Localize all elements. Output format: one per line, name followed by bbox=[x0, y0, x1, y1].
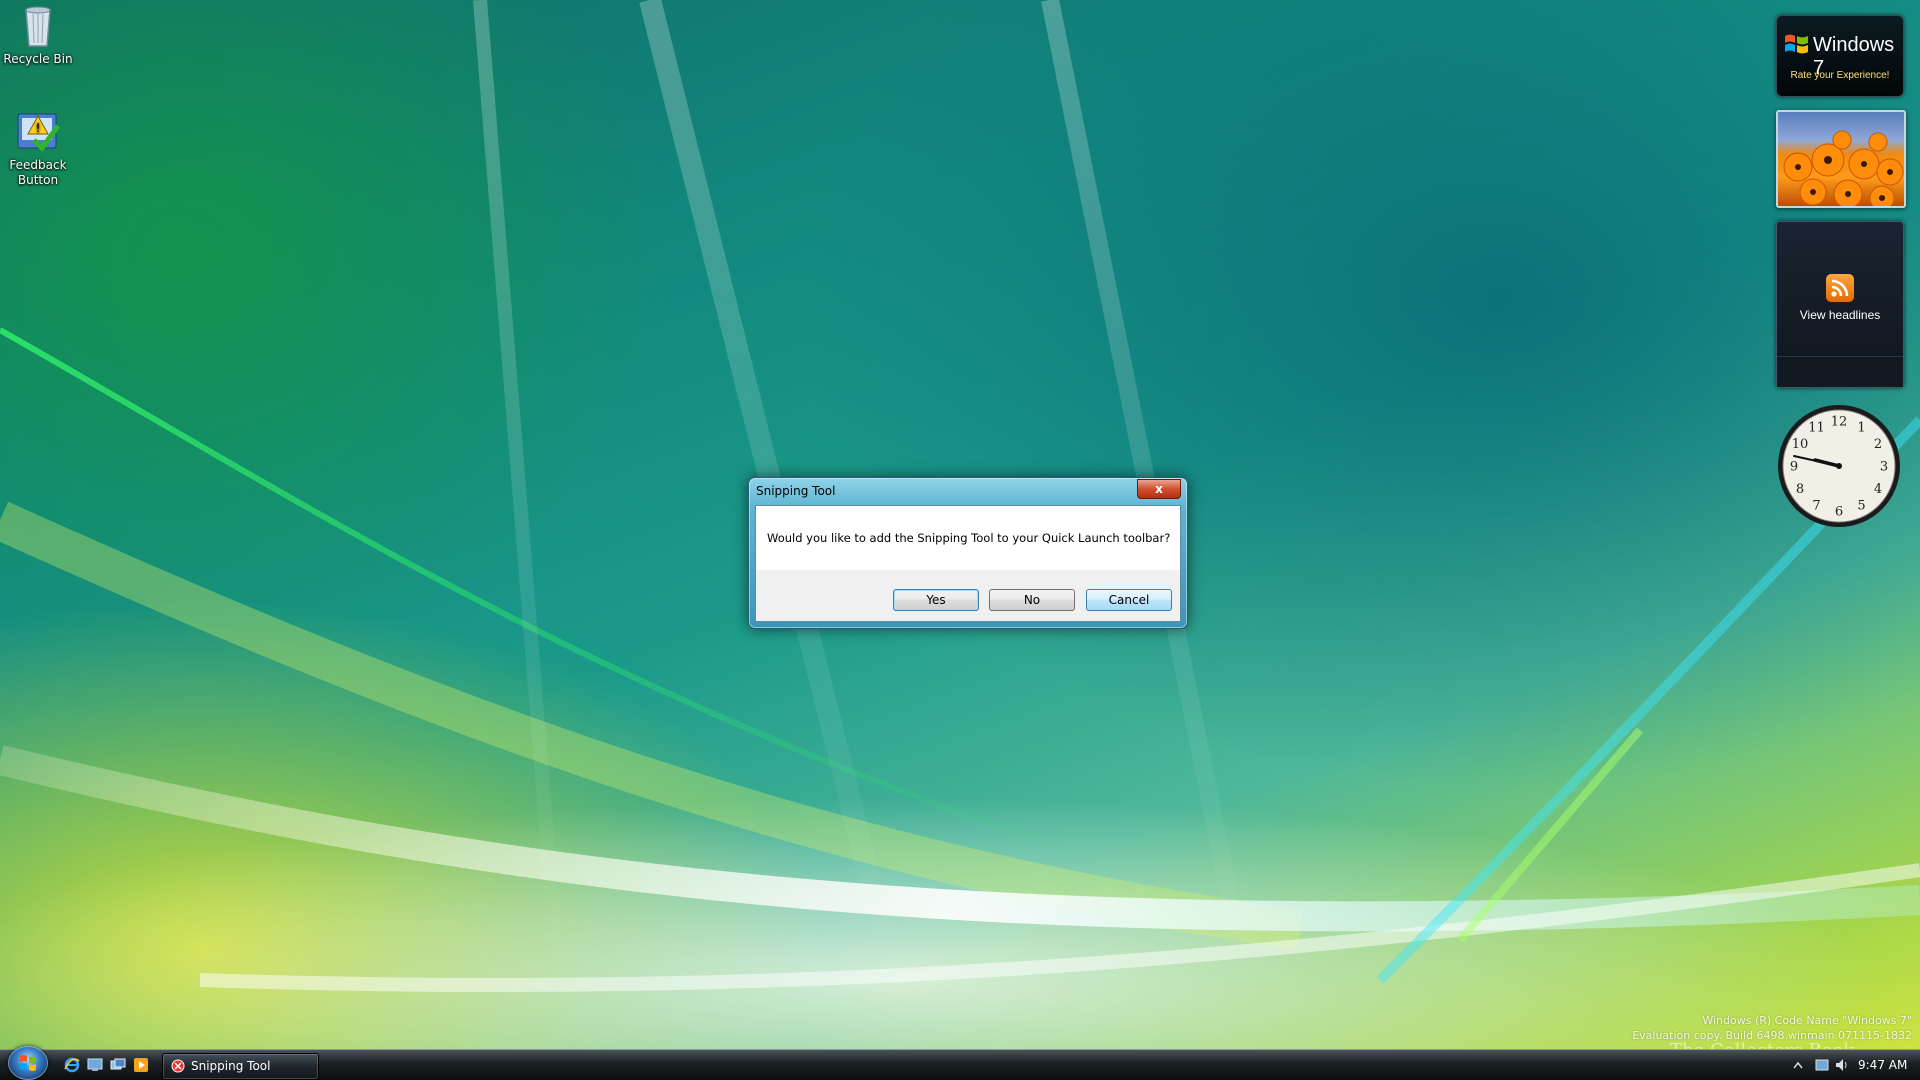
taskbar-clock[interactable]: 9:47 AM bbox=[1858, 1058, 1907, 1072]
start-button[interactable] bbox=[8, 1046, 48, 1080]
windows7-rating-gadget[interactable]: Windows 7 Rate your Experience! bbox=[1776, 15, 1904, 97]
switch-windows-icon[interactable] bbox=[110, 1057, 126, 1073]
clock-numeral: 11 bbox=[1808, 421, 1825, 436]
slideshow-gadget[interactable] bbox=[1776, 110, 1906, 208]
close-icon: x bbox=[1155, 482, 1163, 496]
snipping-tool-dialog[interactable]: Snipping Tool x Would you like to add th… bbox=[748, 477, 1188, 629]
feedback-button-label: Feedback Button bbox=[9, 158, 67, 187]
media-player-icon[interactable] bbox=[133, 1057, 149, 1073]
dialog-close-button[interactable]: x bbox=[1137, 479, 1181, 499]
dialog-title: Snipping Tool bbox=[756, 484, 836, 498]
clock-numeral: 12 bbox=[1831, 415, 1848, 430]
feed-gadget-footer bbox=[1777, 356, 1903, 387]
volume-icon bbox=[1836, 1059, 1843, 1071]
show-desktop-icon[interactable] bbox=[87, 1057, 103, 1073]
build-watermark: Windows (R) Code Name "Windows 7" Evalua… bbox=[1632, 1013, 1912, 1043]
clock-numeral: 7 bbox=[1812, 499, 1820, 514]
no-button[interactable]: No bbox=[989, 589, 1075, 611]
clock-numeral: 3 bbox=[1880, 460, 1888, 475]
clock-numeral: 1 bbox=[1857, 421, 1865, 436]
view-headlines-label[interactable]: View headlines bbox=[1777, 308, 1903, 322]
yes-button[interactable]: Yes bbox=[893, 589, 979, 611]
clock-numeral: 6 bbox=[1835, 505, 1843, 520]
svg-text:!: ! bbox=[36, 121, 41, 135]
feedback-button-shortcut[interactable]: ! Feedback Button bbox=[0, 108, 76, 188]
recycle-bin-shortcut[interactable]: Recycle Bin bbox=[0, 2, 76, 67]
start-orb-icon bbox=[20, 1055, 36, 1071]
cancel-button[interactable]: Cancel bbox=[1086, 589, 1172, 611]
clock-numeral: 4 bbox=[1874, 482, 1882, 497]
clock-numeral: 8 bbox=[1796, 482, 1804, 497]
clock-numeral: 5 bbox=[1857, 499, 1865, 514]
clock-gadget[interactable]: 12 1 2 3 4 5 6 7 8 9 10 11 bbox=[1776, 403, 1902, 529]
system-tray[interactable] bbox=[1786, 1054, 1856, 1076]
rss-feed-icon bbox=[1826, 274, 1854, 302]
feed-headlines-gadget[interactable]: View headlines bbox=[1776, 221, 1904, 388]
taskbar-button-snipping-tool[interactable]: Snipping Tool bbox=[162, 1053, 319, 1080]
watermark-line1: Windows (R) Code Name "Windows 7" bbox=[1702, 1014, 1912, 1027]
feedback-icon: ! bbox=[17, 113, 61, 152]
dialog-client-area: Would you like to add the Snipping Tool … bbox=[755, 505, 1181, 622]
internet-explorer-icon[interactable] bbox=[64, 1057, 80, 1073]
desktop[interactable]: Recycle Bin ! Feedback Button Windows 7 … bbox=[0, 0, 1920, 1080]
snipping-tool-icon bbox=[171, 1059, 185, 1073]
network-icon bbox=[1815, 1059, 1829, 1071]
taskbar-button-label: Snipping Tool bbox=[191, 1059, 271, 1073]
show-hidden-icons-icon bbox=[1793, 1061, 1803, 1069]
slideshow-photo bbox=[1783, 130, 1904, 206]
recycle-bin-icon bbox=[25, 6, 51, 47]
dialog-message: Would you like to add the Snipping Tool … bbox=[767, 531, 1171, 545]
rate-experience-link[interactable]: Rate your Experience! bbox=[1777, 70, 1903, 81]
recycle-bin-label: Recycle Bin bbox=[3, 52, 73, 66]
dialog-message-area: Would you like to add the Snipping Tool … bbox=[756, 506, 1180, 570]
clock-numeral: 10 bbox=[1792, 437, 1809, 452]
clock-numeral: 9 bbox=[1790, 460, 1798, 475]
windows-flag-icon bbox=[1785, 34, 1808, 54]
analog-clock-face: 12 12 3 45678 9 1011 bbox=[1778, 405, 1900, 527]
clock-numeral: 2 bbox=[1874, 437, 1882, 452]
